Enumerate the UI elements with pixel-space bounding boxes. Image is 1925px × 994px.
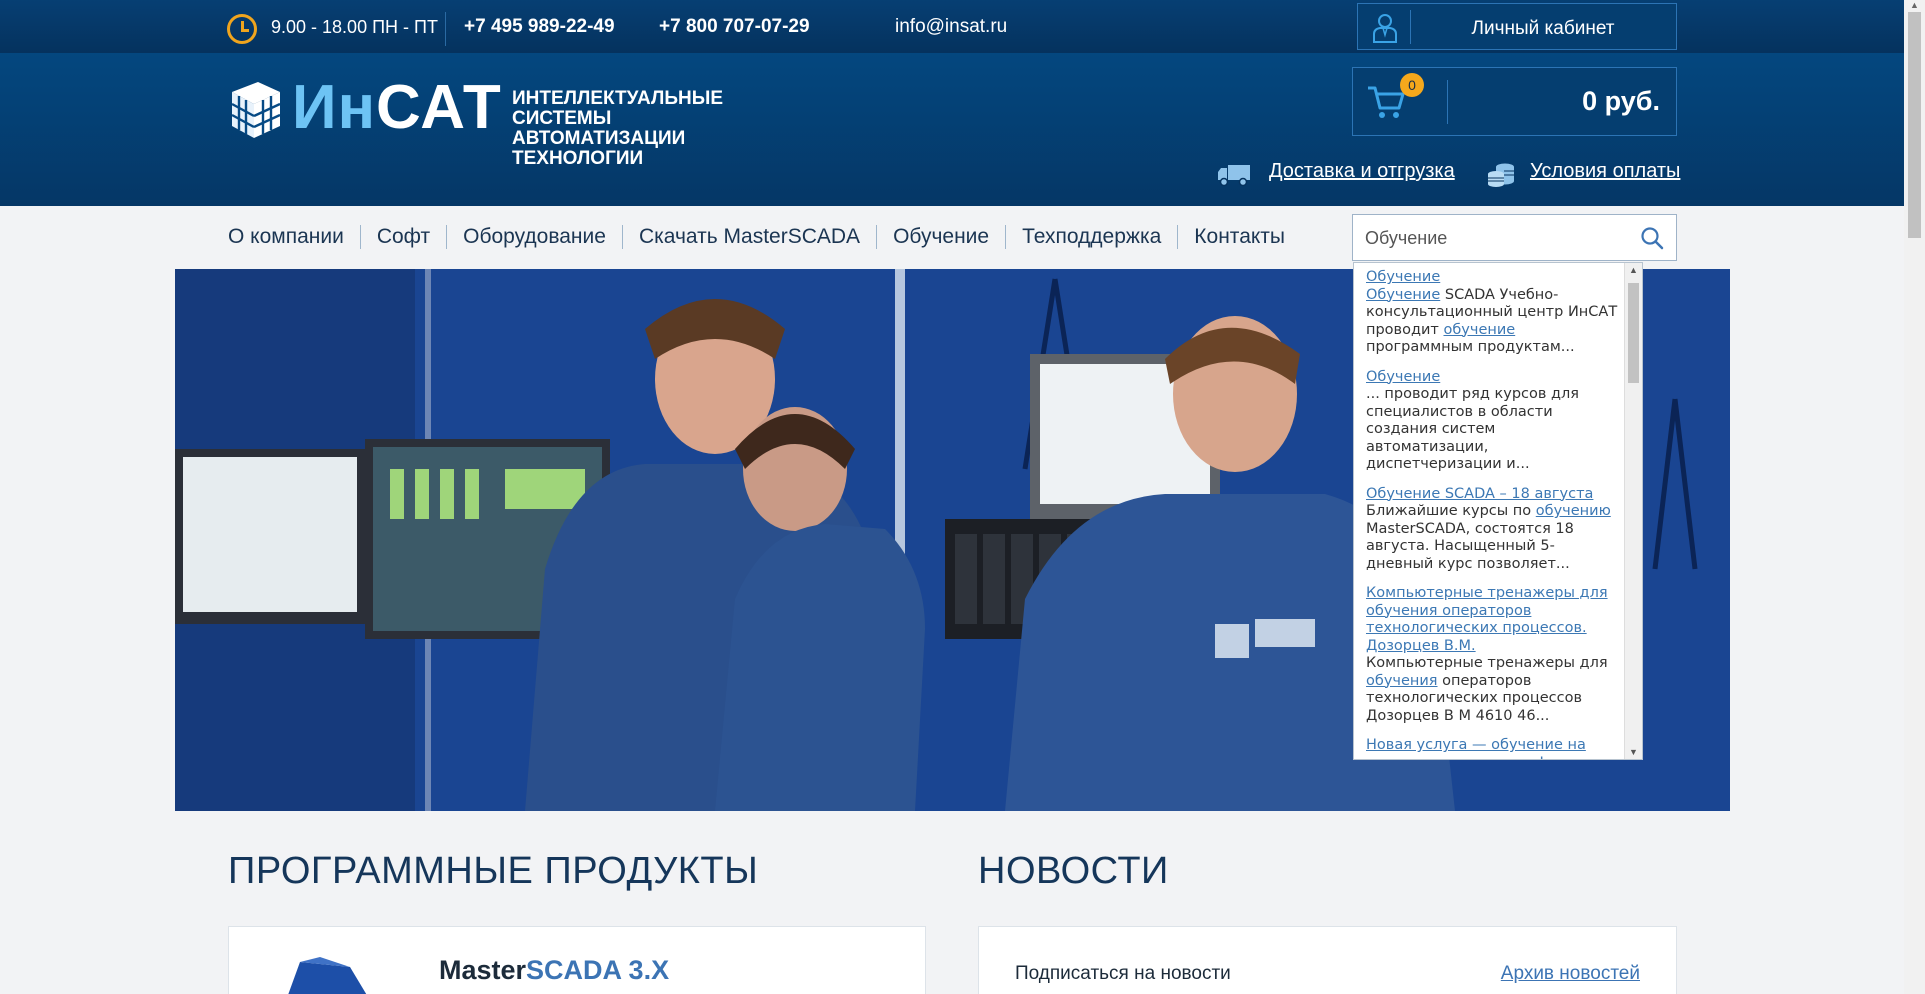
search-result-title[interactable]: Новая услуга — обучение на территории за… <box>1366 737 1586 759</box>
top-bar: 9.00 - 18.00 ПН - ПТ +7 495 989-22-49 +7… <box>0 0 1904 53</box>
cart-count-badge: 0 <box>1400 73 1424 97</box>
company-tagline: ИНТЕЛЛЕКТУАЛЬНЫЕ СИСТЕМЫ АВТОМАТИЗАЦИИ Т… <box>512 89 723 169</box>
search-result-snippet: MasterSCADA, состоятся 18 августа. Насыщ… <box>1366 520 1574 572</box>
main-nav: О компании Софт Оборудование Скачать Mas… <box>228 222 1301 252</box>
search-result-snippet: Компьютерные тренажеры для <box>1366 655 1608 671</box>
personal-account-label: Личный кабинет <box>1471 18 1615 39</box>
search-result-title[interactable]: Обучение <box>1366 369 1440 385</box>
dropdown-scrollbar[interactable]: ▲ ▼ <box>1624 263 1642 759</box>
search-results-list: Обучение Обучение SCADA Учебно-консульта… <box>1366 269 1622 759</box>
scroll-up-icon[interactable]: ▲ <box>1629 265 1638 275</box>
working-hours: 9.00 - 18.00 ПН - ПТ <box>271 17 438 37</box>
search-input[interactable] <box>1365 225 1625 251</box>
tagline-line: СИСТЕМЫ <box>512 108 612 129</box>
cart-total: 0 руб. <box>1582 86 1660 116</box>
search-result-snippet-link[interactable]: обучения <box>1366 673 1438 689</box>
phone-link-2[interactable]: +7 800 707-07-29 <box>659 16 810 38</box>
personal-account-button[interactable]: Личный кабинет <box>1357 3 1677 50</box>
email-link[interactable]: info@insat.ru <box>895 16 1007 38</box>
search-icon[interactable] <box>1640 226 1664 250</box>
nav-item-contacts[interactable]: Контакты <box>1177 225 1301 249</box>
tagline-line: ИНТЕЛЛЕКТУАЛЬНЫЕ <box>512 88 723 109</box>
product-title-part: Master <box>439 955 527 985</box>
coins-icon <box>1488 163 1514 187</box>
search-result-snippet-link[interactable]: обучению <box>1536 503 1611 519</box>
search-result-snippet-link[interactable]: обучение <box>1443 322 1515 338</box>
news-section-title: НОВОСТИ <box>978 850 1169 892</box>
phone-link-1[interactable]: +7 495 989-22-49 <box>464 16 615 38</box>
product-card-title[interactable]: MasterSCADA 3.X <box>439 955 669 986</box>
cart-button[interactable]: 0 0 руб. <box>1352 67 1677 136</box>
subscribe-link[interactable]: Подписаться на новости <box>1015 963 1231 985</box>
nav-item-about[interactable]: О компании <box>228 225 360 249</box>
masterscada-logo-icon <box>288 957 367 994</box>
user-icon <box>1373 14 1397 43</box>
cart-icon <box>1368 86 1405 118</box>
truck-icon <box>1218 165 1250 187</box>
scroll-up-icon[interactable]: ▲ <box>1910 0 1919 10</box>
logo-text-sat[interactable]: САТ <box>376 72 502 143</box>
search-result-item: Обучение Обучение SCADA Учебно-консульта… <box>1366 269 1622 357</box>
search-result-title[interactable]: Компьютерные тренажеры для обучения опер… <box>1366 585 1608 654</box>
search-result-snippet-link[interactable]: Обучение <box>1366 287 1440 303</box>
news-archive-link[interactable]: Архив новостей <box>1501 963 1640 985</box>
logo-cube-icon[interactable] <box>226 78 284 140</box>
divider <box>1447 80 1448 124</box>
nav-item-hardware[interactable]: Оборудование <box>446 225 622 249</box>
products-section-title: ПРОГРАММНЫЕ ПРОДУКТЫ <box>228 850 759 892</box>
clock-icon <box>227 14 257 44</box>
search-result-item: Новая услуга — обучение на территории за… <box>1366 737 1622 759</box>
search-box <box>1352 214 1677 261</box>
payment-terms-link[interactable]: Условия оплаты <box>1530 160 1680 183</box>
search-result-item: Обучение SCADA – 18 августа Ближайшие ку… <box>1366 486 1622 574</box>
tagline-line: АВТОМАТИЗАЦИИ <box>512 128 686 149</box>
logo-text-in[interactable]: Ин <box>292 72 376 143</box>
search-result-item: Обучение ... проводит ряд курсов для спе… <box>1366 369 1622 474</box>
scroll-down-icon[interactable]: ▼ <box>1629 747 1638 757</box>
product-title-part: SCADA 3.X <box>526 955 670 985</box>
divider <box>445 12 446 46</box>
product-card[interactable]: MasterSCADA 3.X <box>228 926 926 994</box>
search-result-snippet: программным продуктам... <box>1366 339 1575 355</box>
nav-item-download[interactable]: Скачать MasterSCADA <box>621 225 876 249</box>
tagline-line: ТЕХНОЛОГИИ <box>512 148 644 169</box>
scroll-thumb[interactable] <box>1628 283 1639 383</box>
scroll-thumb[interactable] <box>1908 12 1921 238</box>
news-card: Подписаться на новости Архив новостей <box>978 926 1677 994</box>
nav-item-support[interactable]: Техподдержка <box>1005 225 1177 249</box>
search-result-snippet: ... проводит ряд курсов для специалистов… <box>1366 386 1580 472</box>
search-result-snippet: Ближайшие курсы по <box>1366 503 1536 519</box>
nav-item-training[interactable]: Обучение <box>876 225 1005 249</box>
search-results-dropdown: Обучение Обучение SCADA Учебно-консульта… <box>1353 262 1643 760</box>
nav-item-software[interactable]: Софт <box>359 225 446 249</box>
search-result-title[interactable]: Обучение <box>1366 269 1440 285</box>
delivery-link[interactable]: Доставка и отгрузка <box>1269 160 1455 183</box>
page-scrollbar[interactable]: ▲ <box>1904 0 1925 994</box>
search-result-item: Компьютерные тренажеры для обучения опер… <box>1366 585 1622 725</box>
search-result-title[interactable]: Обучение SCADA – 18 августа <box>1366 486 1593 502</box>
